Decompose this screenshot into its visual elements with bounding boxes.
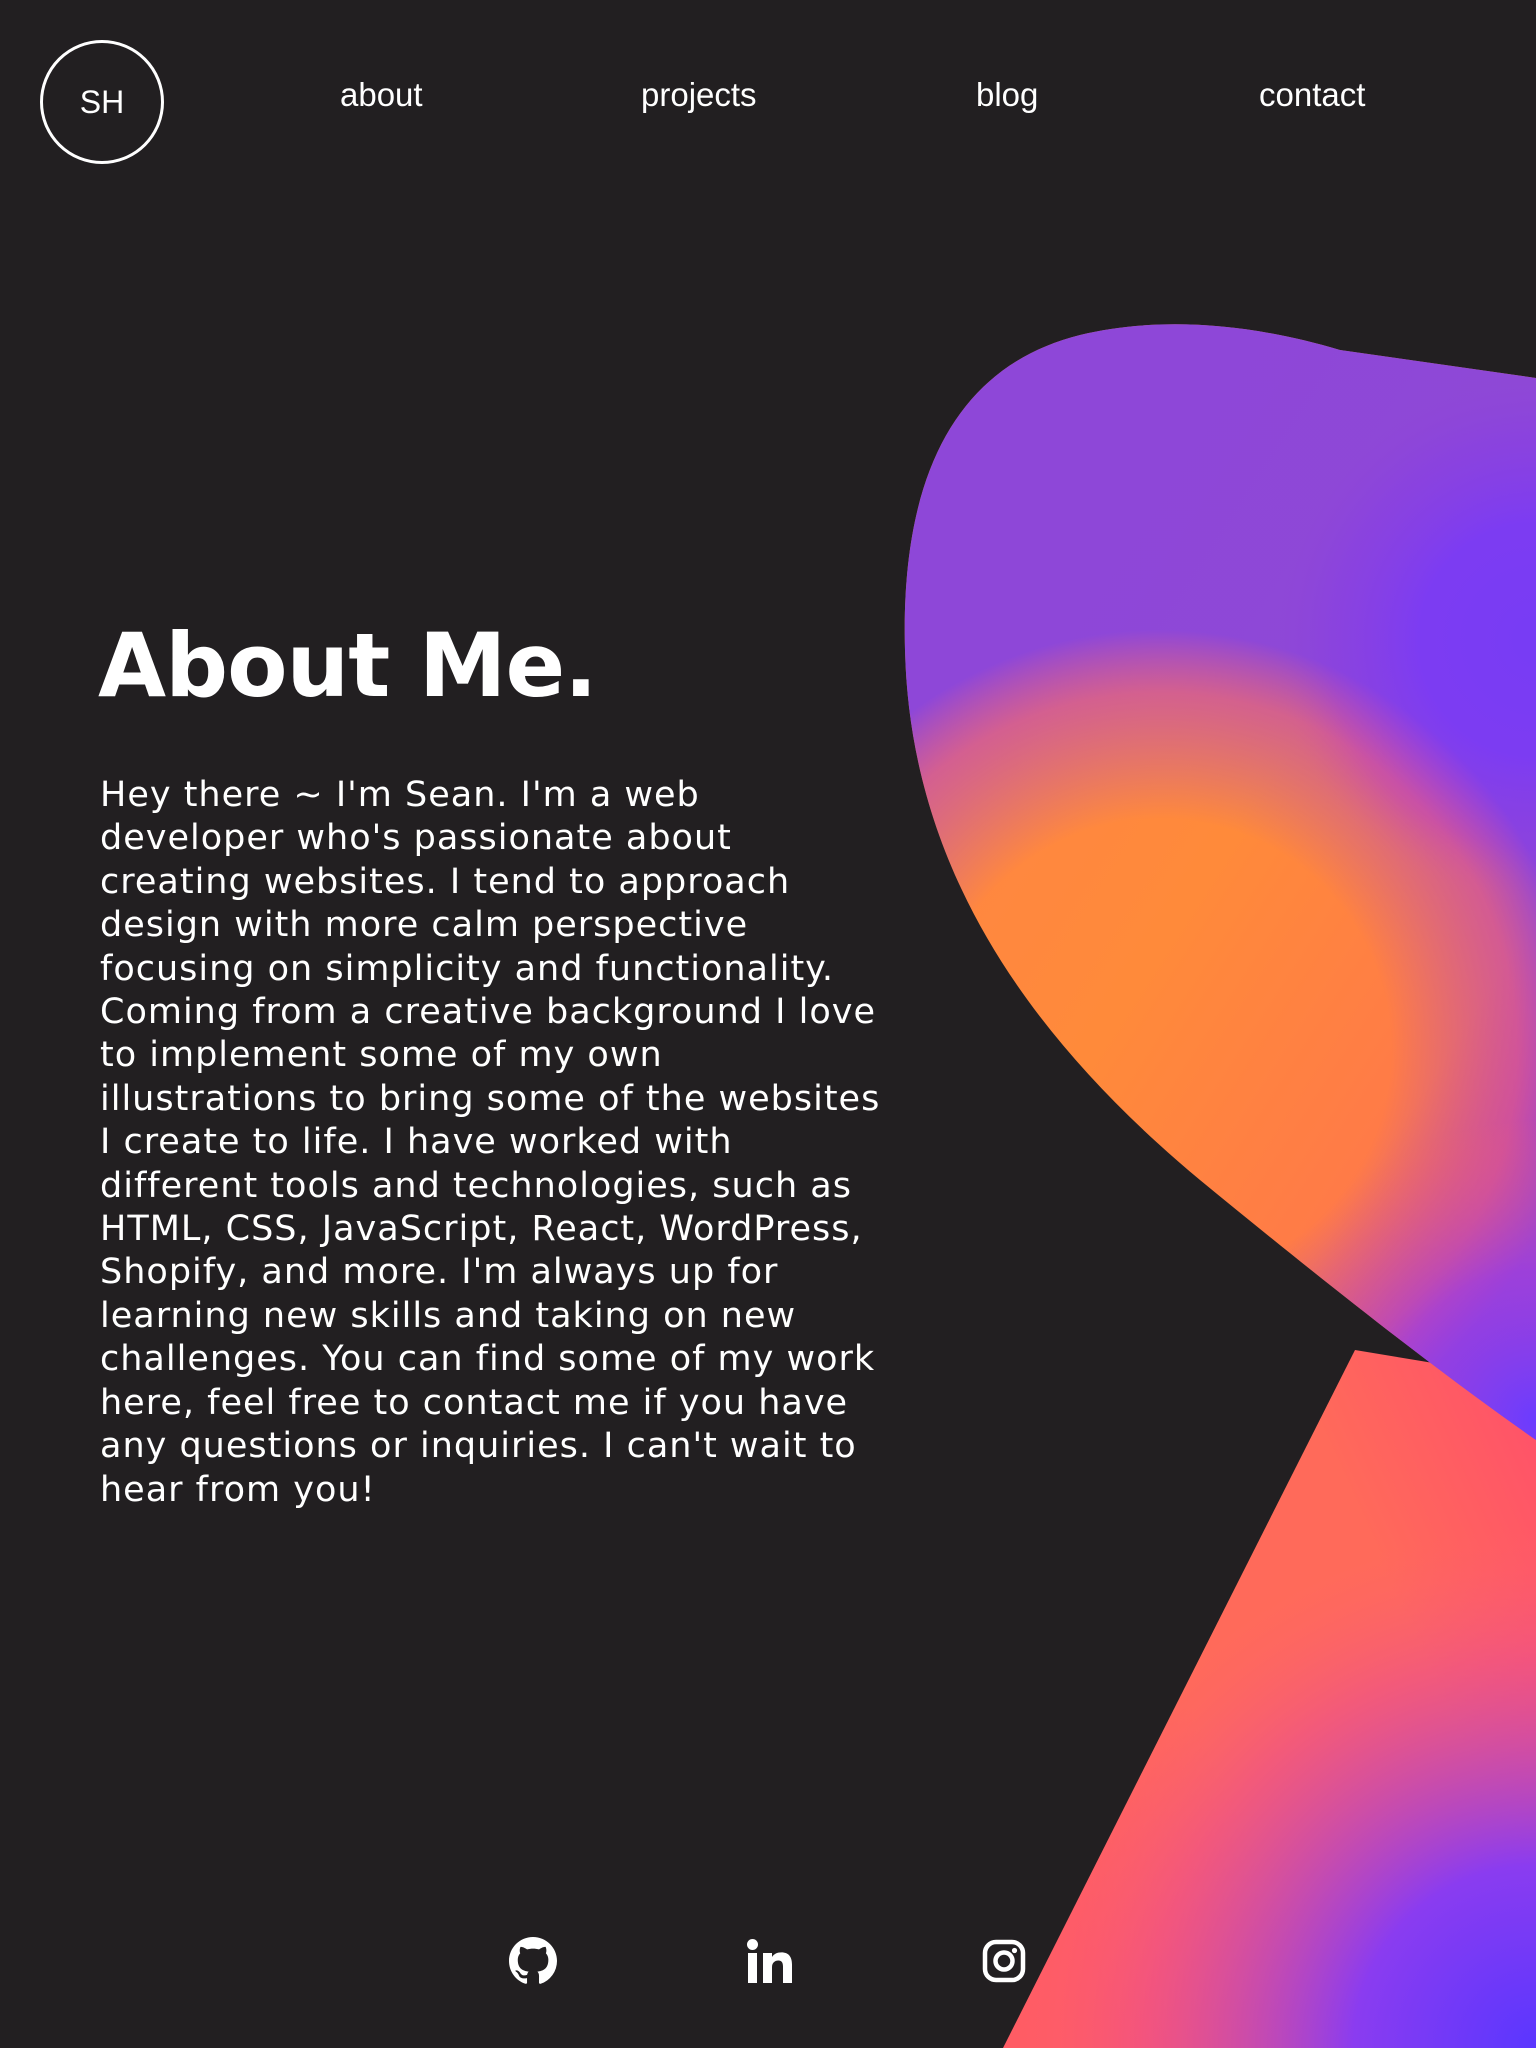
logo-badge[interactable]: SH (40, 40, 164, 164)
instagram-icon (982, 1939, 1026, 1983)
nav-link-projects[interactable]: projects (641, 76, 757, 114)
linkedin-icon (747, 1939, 793, 1983)
github-link[interactable] (509, 1937, 557, 1985)
github-icon (509, 1937, 557, 1985)
page-title: About Me. (98, 614, 598, 717)
instagram-link[interactable] (980, 1937, 1028, 1985)
nav-link-contact[interactable]: contact (1259, 76, 1365, 114)
nav-link-blog[interactable]: blog (976, 76, 1038, 114)
logo-initials: SH (79, 83, 125, 120)
nav-link-about[interactable]: about (340, 76, 423, 114)
about-bio-paragraph: Hey there ~ I'm Sean. I'm a web develope… (100, 775, 881, 1510)
about-page: SH about projects blog contact About Me.… (0, 0, 1536, 2048)
linkedin-link[interactable] (746, 1937, 794, 1985)
